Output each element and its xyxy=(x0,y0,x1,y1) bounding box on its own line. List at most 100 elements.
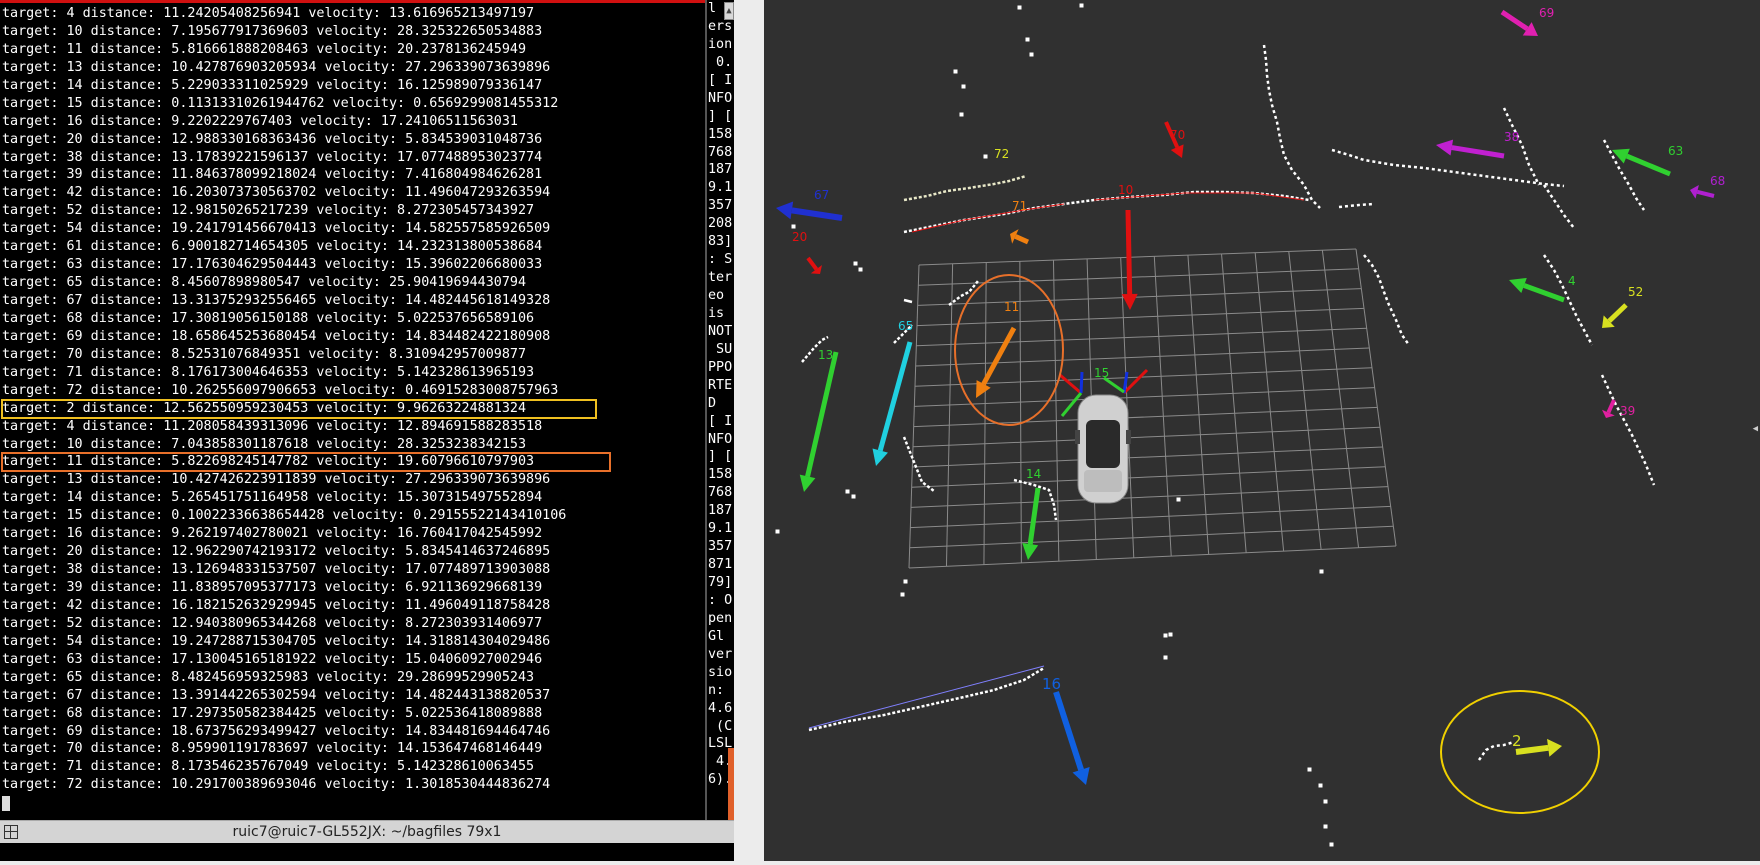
grid-line xyxy=(1019,261,1022,563)
terminal-secondary-line: pen xyxy=(708,610,733,626)
grid-line xyxy=(1254,252,1285,552)
grid-line xyxy=(1288,251,1322,550)
grid-line xyxy=(945,263,954,567)
arrow-head-67 xyxy=(776,201,794,220)
terminal-line: target: 14 distance: 5.229033311025929 v… xyxy=(2,77,543,93)
velocity-arrow-65 xyxy=(877,341,913,452)
terminal-secondary-line: RTE xyxy=(708,377,733,393)
terminal-titlebar[interactable]: ruic7@ruic7-GL552JX: ~/bagfiles 79x1 xyxy=(0,820,734,844)
target-label-2: 2 xyxy=(1512,732,1522,750)
terminal-secondary[interactable]: l w ers ion 0.[ I NFO] [158 768 187 9.1 357 208 8… xyxy=(705,0,734,830)
terminal-line: target: 13 distance: 10.427426223911839 … xyxy=(2,472,551,488)
terminal-secondary-output: l w ers ion 0.[ I NFO] [158 768 187 9.1 357 208 8… xyxy=(707,0,734,789)
terminal-secondary-line: 4.6 xyxy=(708,700,733,716)
terminal-secondary-line: NOT xyxy=(708,323,733,339)
velocity-arrow-38 xyxy=(1451,145,1505,159)
collapse-right-icon[interactable]: ◀ xyxy=(1753,424,1758,434)
terminal-line: target: 16 distance: 9.262197402780021 v… xyxy=(2,526,543,542)
terminal-secondary-line: 871 xyxy=(708,557,733,573)
grid-line xyxy=(908,264,920,569)
terminal-line: target: 52 distance: 12.940380965344268 … xyxy=(2,615,543,631)
terminal-line: target: 61 distance: 6.900182714654305 v… xyxy=(2,239,543,255)
terminal-line: target: 38 distance: 13.17839221596137 v… xyxy=(2,149,543,165)
window-title: ruic7@ruic7-GL552JX: ~/bagfiles 79x1 xyxy=(232,824,502,840)
target-labels: 69 70 72 10 71 67 20 38 63 68 11 65 13 15 4 52 39 14 16 2 xyxy=(792,6,1725,750)
terminal-secondary-line: 768 xyxy=(708,144,733,160)
velocity-arrow-71 xyxy=(1014,234,1030,245)
rviz-viewport[interactable]: 69 70 72 10 71 67 20 38 63 68 11 65 13 15 4 52 39 14 16 2 ◀ xyxy=(743,0,1760,861)
terminal-line: target: 70 distance: 8.52531076849351 ve… xyxy=(2,346,527,362)
panel-divider[interactable]: ◀ xyxy=(734,0,1491,861)
velocity-arrow-4 xyxy=(1523,283,1565,303)
target-label-68: 68 xyxy=(1710,174,1725,188)
velocity-arrow-68 xyxy=(1696,189,1715,198)
terminal-line: target: 42 distance: 16.203073730563702 … xyxy=(2,185,551,201)
terminal-window[interactable]: target: 4 distance: 11.24205408256941 ve… xyxy=(0,0,705,833)
terminal-line: target: 39 distance: 11.838957095377173 … xyxy=(2,580,543,595)
terminal-line: target: 63 distance: 17.130045165181922 … xyxy=(2,651,543,667)
terminal-line: target: 72 distance: 10.291700389693046 … xyxy=(2,777,551,793)
target-label-71: 71 xyxy=(1012,199,1027,213)
velocity-arrow-16 xyxy=(1053,691,1084,771)
velocity-arrow-69 xyxy=(1500,9,1529,31)
scroll-up-arrow-icon[interactable]: ▲ xyxy=(724,2,734,20)
grid-line xyxy=(1153,256,1172,557)
terminal-secondary-line: NFO xyxy=(708,90,733,106)
velocity-arrow-14 xyxy=(1027,487,1041,545)
velocity-arrow-39 xyxy=(1606,399,1616,414)
target-label-16: 16 xyxy=(1042,675,1061,693)
grid-line xyxy=(1187,255,1210,555)
terminal-line: target: 67 distance: 13.313752932556465 … xyxy=(2,293,551,308)
terminal-secondary-line: ers xyxy=(708,18,733,34)
terminal-secondary-line: ] [ xyxy=(708,449,733,465)
terminal-bottom-strip xyxy=(0,843,734,861)
velocity-arrow-13 xyxy=(805,351,839,477)
terminal-secondary-line: : S xyxy=(708,252,733,268)
target-label-69: 69 xyxy=(1539,6,1554,20)
velocity-arrow-20 xyxy=(806,256,819,271)
terminal-secondary-line: 768 xyxy=(708,485,733,501)
terminal-secondary-line: n: xyxy=(708,682,733,698)
velocity-arrow-63 xyxy=(1625,153,1671,177)
grid-icon[interactable] xyxy=(4,825,18,839)
velocity-arrow-67 xyxy=(791,207,843,221)
terminal-secondary-line: [ I xyxy=(708,413,733,429)
terminal-line: target: 54 distance: 19.241791456670413 … xyxy=(2,221,551,237)
terminal-secondary-line: 357 xyxy=(708,539,733,555)
target-label-39: 39 xyxy=(1620,404,1635,418)
velocity-arrows xyxy=(776,9,1715,785)
terminal-secondary-line: is xyxy=(708,305,733,321)
terminal-line: target: 4 distance: 11.24205408256941 ve… xyxy=(2,6,535,21)
terminal-line: target: 20 distance: 12.962290742193172 … xyxy=(2,544,551,560)
terminal-line: target: 65 distance: 8.482456959325983 v… xyxy=(2,669,535,685)
terminal-line: target: 65 distance: 8.45607898980547 ve… xyxy=(2,275,527,291)
rviz-3d-scene[interactable]: 69 70 72 10 71 67 20 38 63 68 11 65 13 15 4 52 39 14 16 2 xyxy=(743,0,1760,861)
terminal-line: target: 68 distance: 17.30819056150188 v… xyxy=(2,310,535,326)
terminal-line: target: 10 distance: 7.043858301187618 v… xyxy=(2,436,527,452)
terminal-line: target: 13 distance: 10.427876903205934 … xyxy=(2,59,551,75)
terminal-line: target: 15 distance: 0.11313310261944762… xyxy=(2,95,559,111)
terminal-line: target: 4 distance: 11.208058439313096 v… xyxy=(2,418,543,434)
terminal-line: target: 63 distance: 17.176304629504443 … xyxy=(2,257,543,273)
grid-line xyxy=(1355,248,1397,547)
grid-line xyxy=(983,262,987,565)
terminal-secondary-line: 79] xyxy=(708,575,733,590)
cursor xyxy=(2,796,10,812)
grid-line xyxy=(1221,253,1247,553)
target-label-15: 15 xyxy=(1094,366,1109,380)
arrow-head-65 xyxy=(872,448,888,466)
terminal-secondary-line: ] [ xyxy=(708,108,733,124)
arrow-head-13 xyxy=(799,474,816,492)
arrow-head-14 xyxy=(1022,543,1039,560)
terminal-line: target: 71 distance: 8.173546235767049 v… xyxy=(2,759,535,775)
terminal-line: target: 67 distance: 13.391442265302594 … xyxy=(2,687,551,703)
terminal-secondary-line: 357 xyxy=(708,198,733,214)
terminal-line: target: 71 distance: 8.176173004646353 v… xyxy=(2,364,535,380)
terminal-secondary-line: 158 xyxy=(708,467,733,483)
terminal-line: target: 54 distance: 19.247288715304705 … xyxy=(2,633,551,649)
terminal-secondary-line: 9.1 xyxy=(708,521,733,537)
terminal-line: target: 20 distance: 12.988330168363436 … xyxy=(2,131,543,147)
terminal-line: target: 16 distance: 9.2202229767403 vel… xyxy=(2,113,518,129)
velocity-arrow-11 xyxy=(981,326,1017,386)
target-label-63: 63 xyxy=(1668,144,1683,158)
